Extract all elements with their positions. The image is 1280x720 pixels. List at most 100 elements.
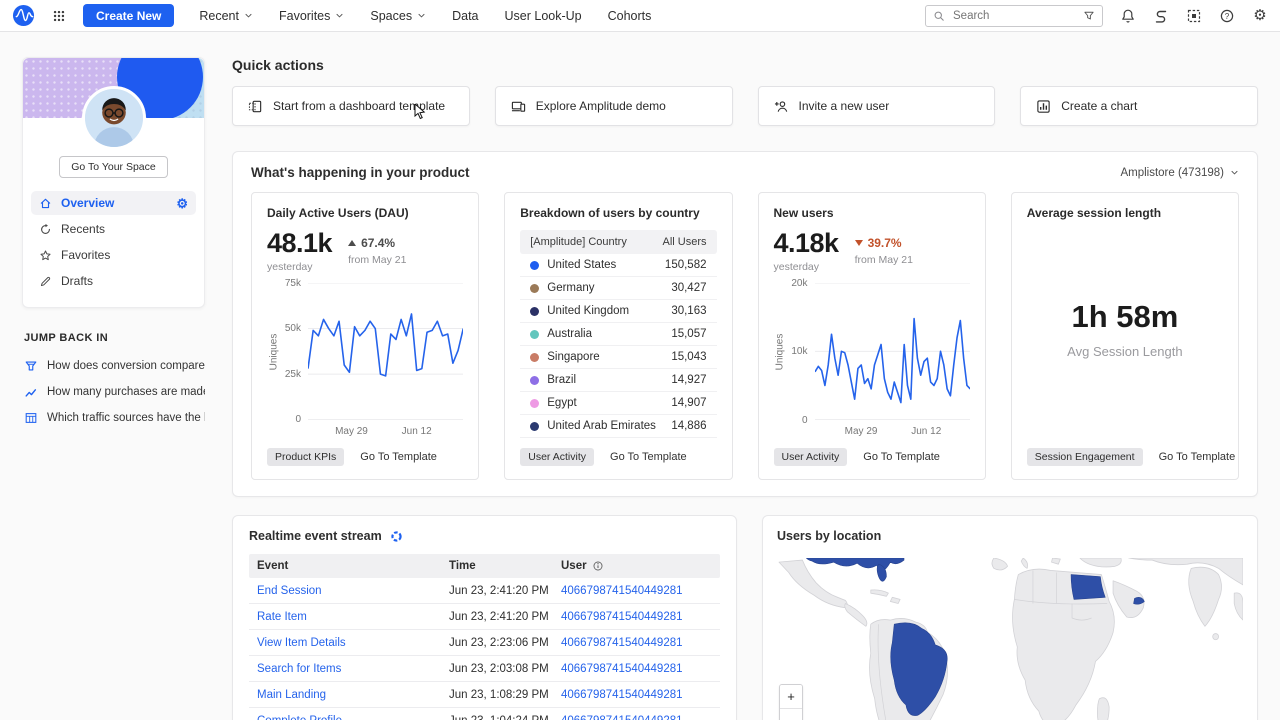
users-by-location-panel: Users by location bbox=[762, 515, 1258, 720]
country-table-header: [Amplitude] Country All Users bbox=[520, 230, 716, 254]
country-go-to-template-link[interactable]: Go To Template bbox=[610, 451, 687, 463]
event-time: Jun 23, 1:04:24 PM bbox=[449, 715, 561, 720]
series-color-dot bbox=[530, 353, 539, 362]
sidebar-item-overview[interactable]: Overview ⚙ bbox=[31, 191, 196, 215]
event-user-id-link[interactable]: 4066798741540449281 bbox=[561, 611, 712, 623]
all-users-column-header: All Users bbox=[662, 236, 706, 248]
nav-item-label: Favorites bbox=[279, 9, 330, 23]
avatar[interactable] bbox=[82, 86, 146, 150]
session-tag-chip: Session Engagement bbox=[1027, 448, 1143, 466]
event-time: Jun 23, 1:08:29 PM bbox=[449, 689, 561, 701]
search-box[interactable] bbox=[925, 5, 1103, 27]
country-row: Singapore15,043 bbox=[520, 346, 716, 369]
event-name-link[interactable]: Rate Item bbox=[257, 611, 449, 623]
project-selector-label: Amplistore (473198) bbox=[1120, 167, 1224, 179]
journeys-icon[interactable] bbox=[1153, 8, 1169, 24]
x-axis-tick: Jun 12 bbox=[911, 426, 941, 437]
event-row: End SessionJun 23, 2:41:20 PM40667987415… bbox=[249, 578, 720, 604]
event-name-link[interactable]: Main Landing bbox=[257, 689, 449, 701]
go-to-your-space-button[interactable]: Go To Your Space bbox=[59, 156, 167, 178]
quick-action-invite-a-new-user[interactable]: Invite a new user bbox=[758, 86, 996, 126]
product-overview-panel: What's happening in your product Amplist… bbox=[232, 151, 1258, 497]
sidebar-item-label: Recents bbox=[61, 222, 105, 236]
session-length-card: Average session length 1h 58m Avg Sessio… bbox=[1011, 192, 1239, 480]
event-name-link[interactable]: View Item Details bbox=[257, 637, 449, 649]
notifications-icon[interactable] bbox=[1120, 8, 1136, 24]
event-user-id-link[interactable]: 4066798741540449281 bbox=[561, 585, 712, 597]
new-users-period: yesterday bbox=[774, 261, 839, 273]
capture-frame-icon[interactable] bbox=[1186, 8, 1202, 24]
event-name-link[interactable]: Search for Items bbox=[257, 663, 449, 675]
search-filter-icon[interactable] bbox=[1083, 10, 1095, 22]
dau-card-title: Daily Active Users (DAU) bbox=[267, 206, 463, 220]
series-color-dot bbox=[530, 376, 539, 385]
nav-item-favorites[interactable]: Favorites bbox=[279, 9, 344, 23]
product-panel-title: What's happening in your product bbox=[251, 165, 469, 180]
avatar-photo bbox=[85, 89, 143, 147]
quick-action-explore-amplitude-demo[interactable]: Explore Amplitude demo bbox=[495, 86, 733, 126]
new-users-y-axis-label: Uniques bbox=[775, 333, 786, 370]
sidebar-item-label: Overview bbox=[61, 196, 114, 210]
country-row: Australia15,057 bbox=[520, 323, 716, 346]
dau-value: 48.1k bbox=[267, 229, 332, 257]
country-row: United States150,582 bbox=[520, 254, 716, 277]
dau-period: yesterday bbox=[267, 261, 332, 273]
nav-item-spaces[interactable]: Spaces bbox=[370, 9, 426, 23]
new-users-x-ticks: May 29Jun 12 bbox=[815, 420, 970, 438]
line-chart-icon bbox=[24, 385, 38, 399]
create-new-button[interactable]: Create New bbox=[83, 4, 174, 27]
apps-grid-icon[interactable] bbox=[52, 9, 66, 23]
nav-item-recent[interactable]: Recent bbox=[199, 9, 253, 23]
series-color-dot bbox=[530, 399, 539, 408]
nav-item-cohorts[interactable]: Cohorts bbox=[608, 9, 652, 23]
quick-action-label: Create a chart bbox=[1061, 99, 1137, 113]
new-users-go-to-template-link[interactable]: Go To Template bbox=[863, 451, 940, 463]
nav-item-data[interactable]: Data bbox=[452, 9, 478, 23]
quick-action-start-from-a-dashboard-template[interactable]: Start from a dashboard template bbox=[232, 86, 470, 126]
event-time: Jun 23, 2:41:20 PM bbox=[449, 611, 561, 623]
amplitude-logo-icon[interactable] bbox=[12, 4, 35, 27]
primary-nav: Recent Favorites Spaces Data User Look-Up Coh… bbox=[199, 9, 651, 23]
jump-back-item[interactable]: How many purchases are made ... bbox=[24, 385, 205, 399]
country-card-title: Breakdown of users by country bbox=[520, 206, 716, 220]
chevron-down-icon bbox=[335, 11, 344, 20]
recents-icon bbox=[39, 223, 52, 236]
event-name-link[interactable]: End Session bbox=[257, 585, 449, 597]
jump-back-in-title: JUMP BACK IN bbox=[24, 332, 205, 344]
jump-back-item[interactable]: How does conversion compare b... bbox=[24, 359, 205, 373]
help-icon[interactable]: ? bbox=[1219, 8, 1235, 24]
delta-down-arrow-icon bbox=[855, 240, 863, 246]
top-navigation-bar: Create New Recent Favorites Spaces Data User… bbox=[0, 0, 1280, 32]
event-user-id-link[interactable]: 4066798741540449281 bbox=[561, 637, 712, 649]
event-name-link[interactable]: Complete Profile bbox=[257, 715, 449, 720]
sidebar-item-favorites[interactable]: Favorites bbox=[31, 243, 196, 267]
nav-item-label: Recent bbox=[199, 9, 239, 23]
world-map[interactable] bbox=[777, 558, 1243, 720]
jump-back-item[interactable]: Which traffic sources have the hi... bbox=[24, 411, 205, 425]
map-zoom-in-button[interactable]: + bbox=[780, 685, 802, 708]
series-color-dot bbox=[530, 284, 539, 293]
session-go-to-template-link[interactable]: Go To Template bbox=[1159, 451, 1236, 463]
country-user-count: 15,043 bbox=[671, 351, 706, 363]
jump-back-item-label: How many purchases are made ... bbox=[47, 386, 205, 398]
info-icon[interactable] bbox=[592, 560, 604, 572]
map-zoom-out-button[interactable] bbox=[780, 708, 802, 720]
new-users-card-title: New users bbox=[774, 206, 970, 220]
settings-icon[interactable]: ⚙ bbox=[1252, 8, 1268, 24]
nav-item-user-look-up[interactable]: User Look-Up bbox=[505, 9, 582, 23]
quick-action-create-a-chart[interactable]: Create a chart bbox=[1020, 86, 1258, 126]
sidebar-item-recents[interactable]: Recents bbox=[31, 217, 196, 241]
project-selector[interactable]: Amplistore (473198) bbox=[1120, 167, 1239, 179]
search-input[interactable] bbox=[951, 9, 1077, 23]
dau-line-plot bbox=[308, 283, 463, 420]
event-row: View Item DetailsJun 23, 2:23:06 PM40667… bbox=[249, 630, 720, 656]
dau-go-to-template-link[interactable]: Go To Template bbox=[360, 451, 437, 463]
dau-y-ticks: 75k50k25k0 bbox=[280, 283, 308, 420]
event-user-id-link[interactable]: 4066798741540449281 bbox=[561, 663, 712, 675]
sidebar-item-drafts[interactable]: Drafts bbox=[31, 269, 196, 293]
settings-icon[interactable]: ⚙ bbox=[176, 197, 188, 210]
event-user-id-link[interactable]: 4066798741540449281 bbox=[561, 715, 712, 720]
x-axis-tick: Jun 12 bbox=[402, 426, 432, 437]
event-row: Complete ProfileJun 23, 1:04:24 PM406679… bbox=[249, 708, 720, 720]
event-user-id-link[interactable]: 4066798741540449281 bbox=[561, 689, 712, 701]
